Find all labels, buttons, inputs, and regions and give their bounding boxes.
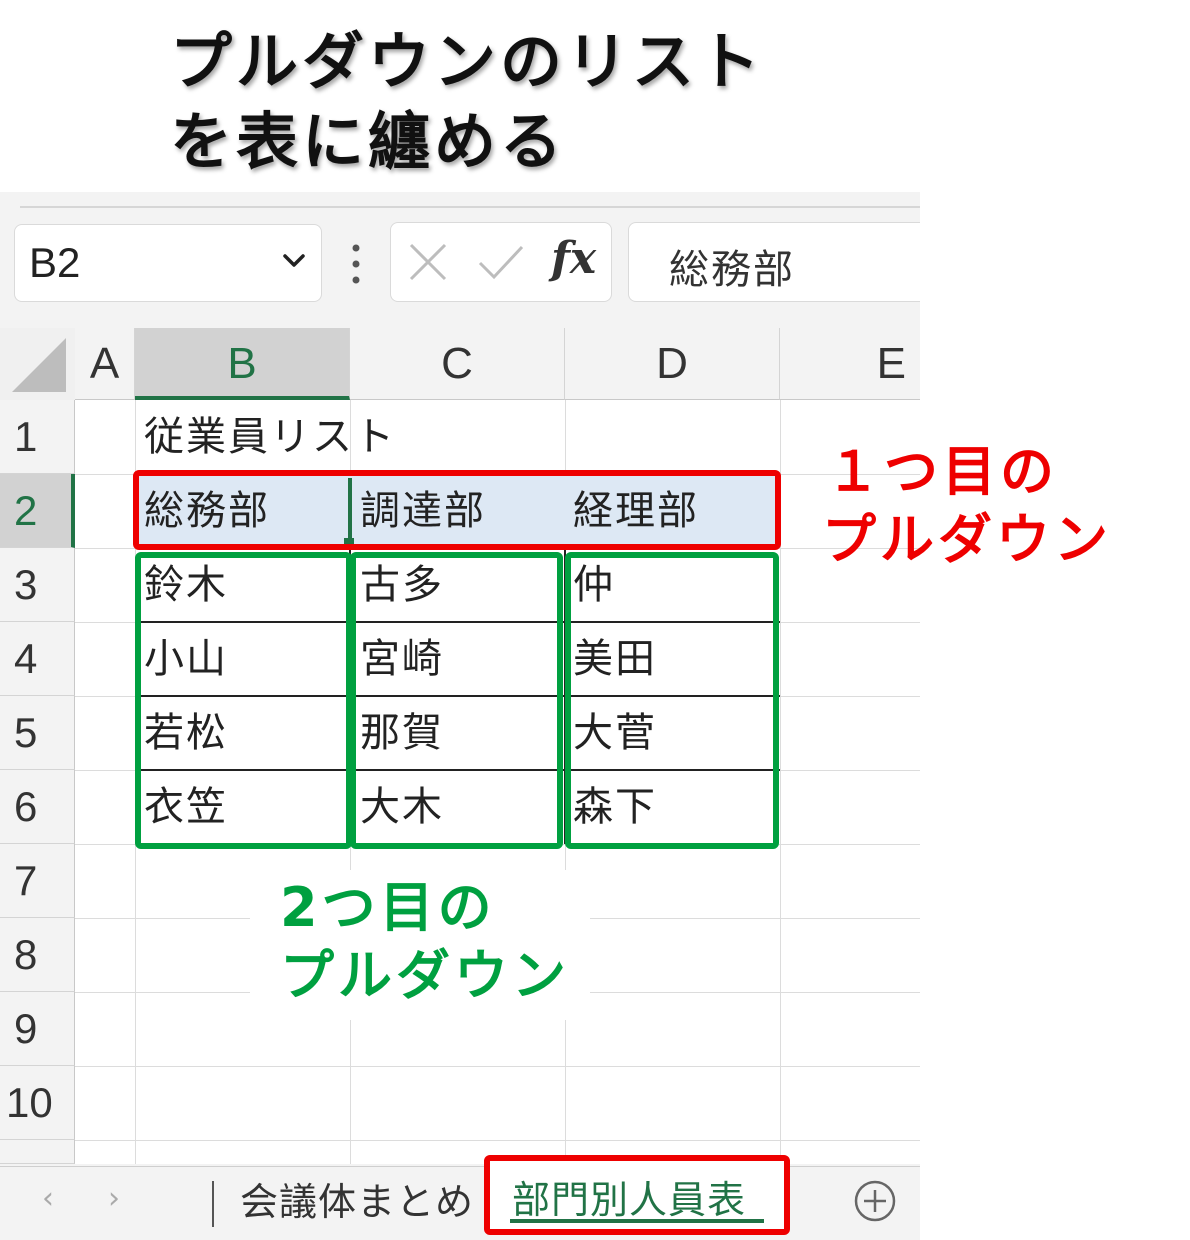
title-line-1: プルダウンのリスト (170, 25, 765, 98)
cell-b1[interactable]: 従業員リスト (144, 400, 396, 474)
row-header-11-partial (0, 1140, 75, 1164)
sheet-tab-label: 部門別人員表 (512, 1178, 747, 1222)
row-header-6[interactable]: 6 (0, 770, 75, 844)
second-dropdown-label: 2つ目の プルダウン (250, 870, 590, 1020)
worksheet-grid: A B C D E 1 2 3 4 5 6 7 8 9 10 従業員リスト 総務… (0, 328, 920, 1164)
second-dropdown-highlight-d (565, 552, 779, 849)
second-dropdown-label-line-1: 2つ目の (280, 876, 496, 939)
row-header-10[interactable]: 10 (0, 1066, 75, 1140)
scroll-left-icon[interactable]: ‹ (42, 1181, 54, 1216)
formula-buttons: fx (390, 222, 612, 302)
row-header-7[interactable]: 7 (0, 844, 75, 918)
column-header-a[interactable]: A (75, 328, 135, 400)
spreadsheet-window: B2 fx 総務部 A B C D E 1 2 3 4 5 6 7 8 9 10… (0, 192, 920, 1240)
first-dropdown-label: １つ目の プルダウン (822, 438, 1112, 574)
select-all-button[interactable] (0, 328, 75, 400)
plus-circle-icon[interactable] (853, 1179, 897, 1223)
first-dropdown-label-line-1: １つ目の (826, 440, 1058, 503)
insert-function-button[interactable]: fx (551, 233, 596, 284)
column-header-d[interactable]: D (565, 328, 780, 400)
second-dropdown-highlight-c (350, 552, 563, 849)
sheet-tab-meetings[interactable]: 会議体まとめ (240, 1171, 474, 1226)
sheet-tab-bar: ‹ › 会議体まとめ 部門別人員表 (0, 1155, 920, 1240)
formula-content: 総務部 (669, 247, 795, 293)
tab-separator (212, 1181, 214, 1227)
row-header-8[interactable]: 8 (0, 918, 75, 992)
sheet-tab-department-staff[interactable]: 部門別人員表 (484, 1155, 790, 1235)
formula-input[interactable]: 総務部 (628, 222, 920, 302)
gridline (75, 1066, 920, 1067)
scroll-right-icon[interactable]: › (108, 1181, 120, 1216)
second-dropdown-label-line-2: プルダウン (280, 944, 570, 1007)
second-dropdown-highlight-b (135, 552, 352, 849)
row-header-9[interactable]: 9 (0, 992, 75, 1066)
row-header-2[interactable]: 2 (0, 474, 75, 548)
ribbon-edge (20, 192, 920, 208)
select-all-triangle-icon (12, 338, 66, 392)
row-header-5[interactable]: 5 (0, 696, 75, 770)
chevron-down-icon[interactable] (281, 247, 307, 273)
name-box[interactable]: B2 (14, 224, 322, 302)
column-header-b[interactable]: B (135, 328, 350, 400)
gridline (75, 1140, 920, 1141)
first-dropdown-label-line-2: プルダウン (822, 508, 1112, 571)
first-dropdown-highlight (133, 470, 781, 550)
row-header-4[interactable]: 4 (0, 622, 75, 696)
close-icon[interactable] (407, 241, 449, 283)
row-header-1[interactable]: 1 (0, 400, 75, 474)
more-options-icon[interactable] (347, 242, 365, 286)
checkmark-icon[interactable] (477, 241, 525, 283)
title-line-2: を表に纏める (170, 105, 567, 178)
column-header-e[interactable]: E (780, 328, 920, 400)
row-header-3[interactable]: 3 (0, 548, 75, 622)
active-tab-underline (510, 1219, 764, 1223)
column-header-c[interactable]: C (350, 328, 565, 400)
name-box-value: B2 (29, 239, 81, 286)
page-title: プルダウンのリスト を表に纏める (170, 22, 764, 182)
